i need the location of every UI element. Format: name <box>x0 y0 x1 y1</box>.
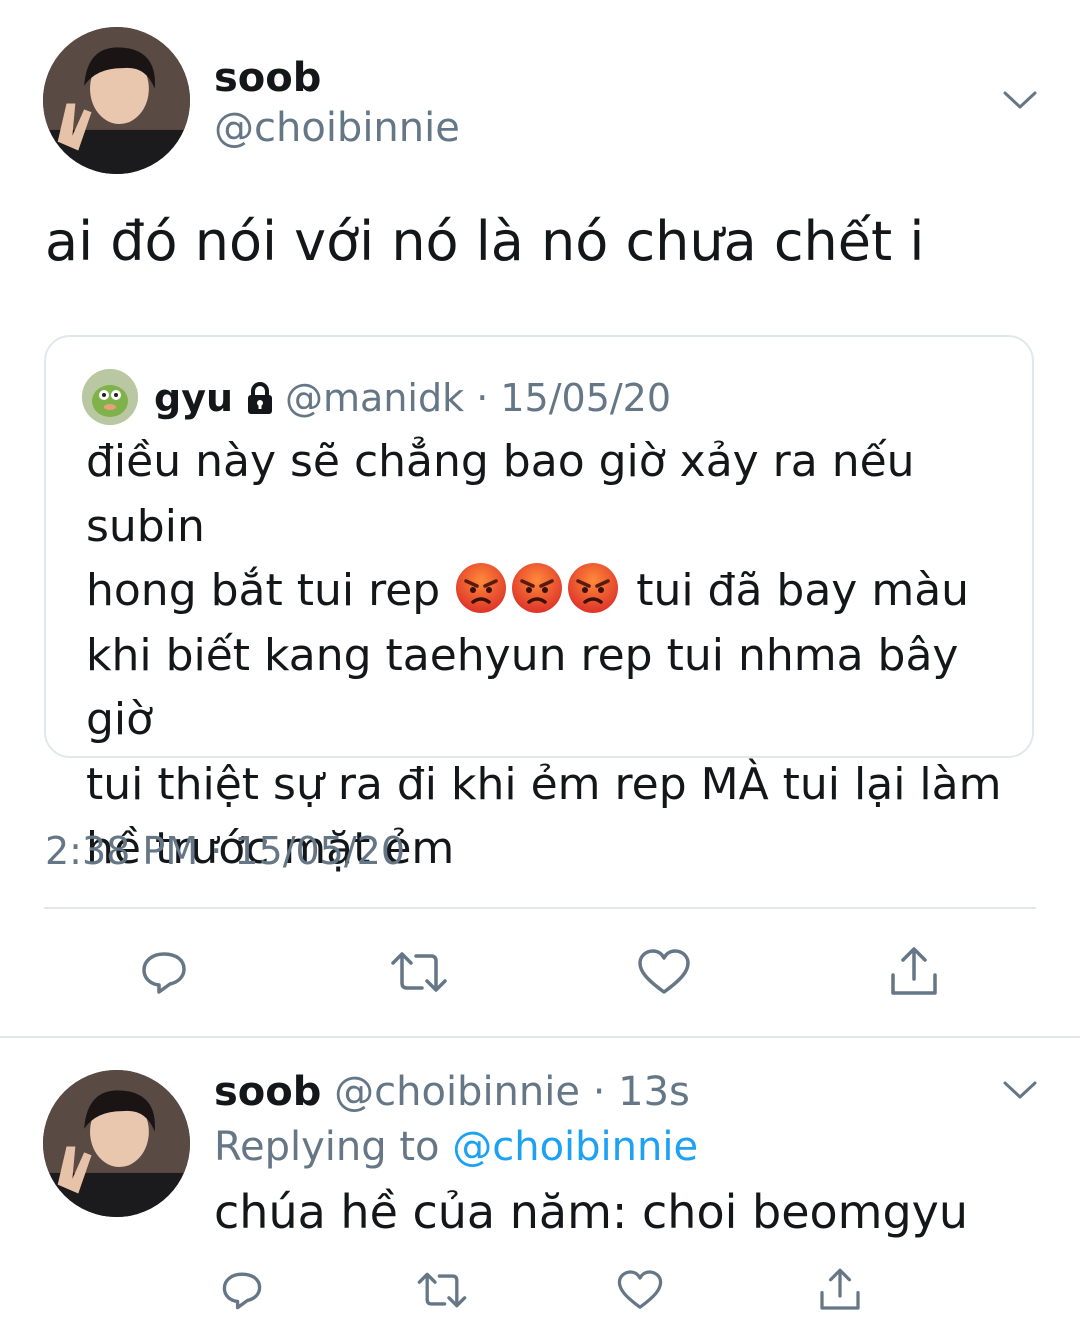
quoted-display-name[interactable]: gyu <box>154 376 233 420</box>
quoted-text: điều này sẽ chẳng bao giờ xảy ra nếu sub… <box>86 430 1006 882</box>
reply-text: chúa hề của năm: choi beomgyu <box>214 1185 969 1239</box>
quoted-line-1: điều này sẽ chẳng bao giờ xảy ra nếu sub… <box>86 436 929 552</box>
chevron-down-icon[interactable] <box>1000 1078 1040 1102</box>
quoted-line-4: tui thiệt sự ra đi khi ẻm rep MÀ tui lại… <box>86 758 1002 810</box>
reply-icon <box>222 1272 262 1310</box>
share-button[interactable] <box>812 1262 868 1318</box>
reply-handle[interactable]: @choibinnie <box>334 1069 580 1115</box>
retweet-icon <box>391 952 447 992</box>
quoted-line-2-start: hong bắt tui rep <box>86 565 455 616</box>
share-button[interactable] <box>882 940 946 1004</box>
quoted-date[interactable]: 15/05/20 <box>500 376 671 420</box>
angry-face-emoji-icon <box>510 561 564 615</box>
reply-avatar[interactable] <box>43 1070 190 1217</box>
quoted-line-2-end: tui đã bay màu <box>622 565 970 616</box>
like-button[interactable] <box>632 940 696 1004</box>
divider <box>0 1036 1080 1038</box>
replying-handle-link[interactable]: @choibinnie <box>452 1124 698 1170</box>
quoted-handle[interactable]: @manidk <box>285 376 464 420</box>
angry-face-emoji-icon <box>454 561 508 615</box>
profile-photo-icon <box>43 1070 190 1217</box>
quoted-tweet[interactable]: gyu @manidk · 15/05/20 điều này sẽ chẳng … <box>44 335 1034 874</box>
lock-icon <box>245 377 275 414</box>
reply-header: soob @choibinnie · 13s <box>214 1067 690 1117</box>
retweet-icon <box>417 1272 467 1308</box>
angry-face-emoji-icon <box>566 561 620 615</box>
share-icon <box>891 947 937 995</box>
like-icon <box>638 949 690 994</box>
reply-button[interactable] <box>216 1264 268 1316</box>
reply-button[interactable] <box>132 940 196 1004</box>
chevron-down-icon[interactable] <box>1000 88 1040 112</box>
quoted-avatar[interactable] <box>82 369 138 425</box>
like-button[interactable] <box>612 1264 668 1316</box>
reply-display-name[interactable]: soob <box>214 1069 321 1115</box>
replying-label: Replying to <box>214 1124 440 1170</box>
avatar[interactable] <box>43 27 190 174</box>
like-icon <box>617 1270 663 1309</box>
reply-time[interactable]: 13s <box>618 1069 690 1115</box>
separator: · <box>579 1069 619 1115</box>
quoted-line-3: khi biết kang taehyun rep tui nhma bây g… <box>86 629 973 746</box>
divider <box>44 907 1036 909</box>
replying-to: Replying to @choibinnie <box>214 1122 698 1172</box>
tweet-text: ai đó nói với nó là nó chưa chết i <box>45 210 925 273</box>
retweet-button[interactable] <box>384 940 454 1004</box>
tweet-timestamp[interactable]: 2:38 PM · 15/05/20 <box>45 826 405 876</box>
quoted-header: gyu @manidk · 15/05/20 <box>154 373 671 423</box>
display-name[interactable]: soob <box>214 54 321 102</box>
retweet-button[interactable] <box>412 1264 472 1316</box>
quoted-profile-photo-icon <box>82 369 138 425</box>
profile-photo-icon <box>43 27 190 174</box>
share-icon <box>820 1268 860 1310</box>
separator: · <box>464 376 501 420</box>
reply-icon <box>142 952 186 994</box>
handle[interactable]: @choibinnie <box>214 104 460 152</box>
